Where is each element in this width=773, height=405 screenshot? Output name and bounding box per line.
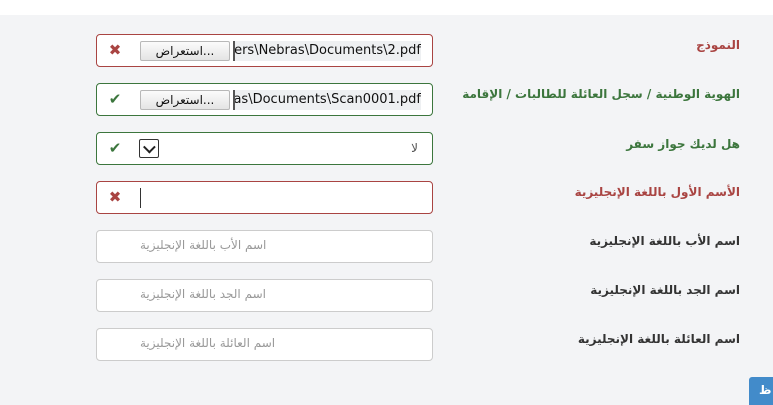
label-family-name-en: اسم العائلة باللغة الإنجليزية bbox=[577, 332, 740, 346]
family-name-en-input[interactable]: اسم العائلة باللغة الإنجليزية bbox=[96, 328, 433, 361]
father-name-en-input[interactable]: اسم الأب باللغة الإنجليزية bbox=[96, 230, 433, 263]
label-passport: هل لديك جواز سفر bbox=[626, 137, 740, 151]
form-file-field: ✖ ...استعراض ers\Nebras\Documents\2.pdf bbox=[96, 34, 433, 67]
save-button[interactable]: ظ bbox=[749, 377, 773, 405]
national-id-file-field: ✔ ...استعراض as\Documents\Scan0001.pdf bbox=[96, 83, 433, 116]
error-x-icon: ✖ bbox=[108, 41, 122, 59]
family-name-placeholder: اسم العائلة باللغة الإنجليزية bbox=[140, 336, 276, 350]
label-first-name-en: الأسم الأول باللغة الإنجليزية bbox=[574, 185, 740, 199]
first-name-en-input[interactable]: ✖ bbox=[96, 181, 433, 214]
success-check-icon: ✔ bbox=[108, 139, 122, 157]
file-name-display[interactable]: as\Documents\Scan0001.pdf bbox=[233, 90, 421, 110]
passport-selected-value: لا bbox=[411, 141, 418, 155]
error-x-icon: ✖ bbox=[108, 188, 122, 206]
grandfather-name-placeholder: اسم الجد باللغة الإنجليزية bbox=[140, 287, 266, 301]
father-name-placeholder: اسم الأب باللغة الإنجليزية bbox=[140, 238, 267, 252]
browse-button[interactable]: ...استعراض bbox=[140, 90, 230, 110]
label-national-id-file: الهوية الوطنية / سجل العائلة للطالبات / … bbox=[462, 87, 740, 101]
passport-select[interactable]: ✔ لا bbox=[96, 132, 433, 165]
label-form-file: النموذج bbox=[696, 38, 740, 52]
label-father-name-en: اسم الأب باللغة الإنجليزية bbox=[589, 234, 740, 248]
grandfather-name-en-input[interactable]: اسم الجد باللغة الإنجليزية bbox=[96, 279, 433, 312]
file-name-display[interactable]: ers\Nebras\Documents\2.pdf bbox=[233, 41, 421, 61]
label-grandfather-name-en: اسم الجد باللغة الإنجليزية bbox=[590, 283, 740, 297]
text-cursor bbox=[140, 188, 141, 208]
chevron-down-icon[interactable] bbox=[139, 139, 159, 158]
browse-button[interactable]: ...استعراض bbox=[140, 41, 230, 61]
top-bar bbox=[0, 0, 773, 15]
success-check-icon: ✔ bbox=[108, 90, 122, 108]
